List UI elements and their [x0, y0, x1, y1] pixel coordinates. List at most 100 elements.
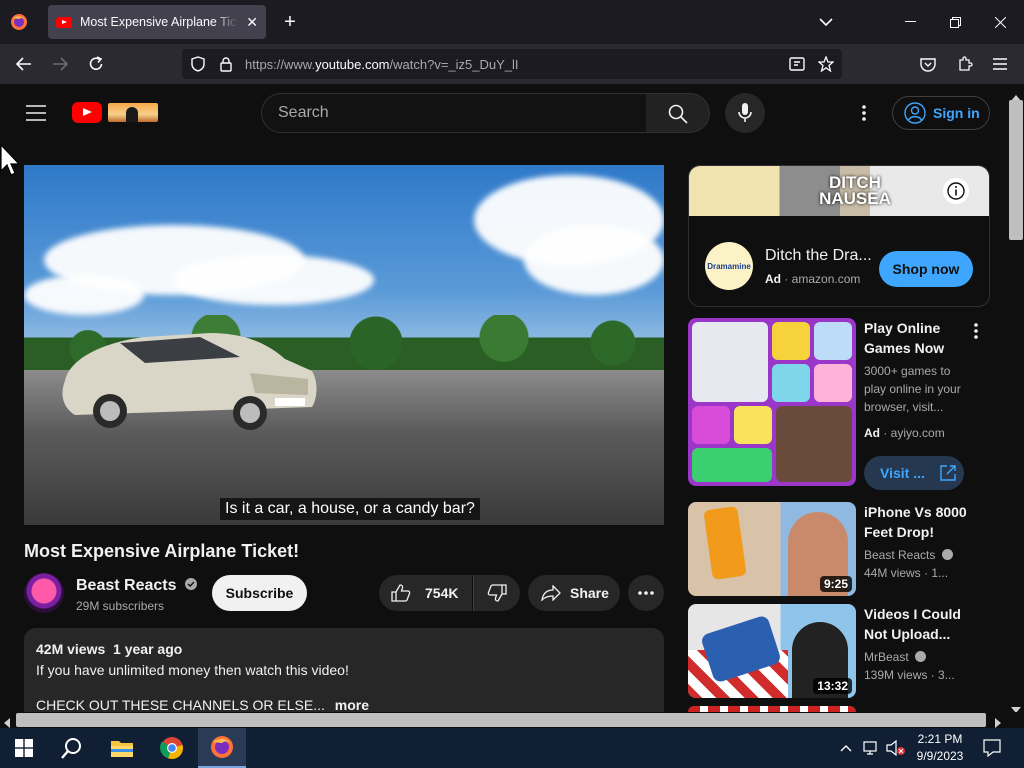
video-1-channel[interactable]: Beast Reacts	[864, 548, 953, 562]
search-input[interactable]: Search	[261, 93, 647, 133]
sign-in-label: Sign in	[933, 105, 980, 121]
scroll-down-icon[interactable]	[1011, 700, 1021, 713]
recommended-video-2[interactable]: 13:32 Videos I Could Not Upload... MrBea…	[688, 604, 990, 698]
video-1-meta: 44M views · 1...	[864, 566, 949, 580]
ad-info-icon[interactable]	[943, 178, 969, 204]
bookmark-star-icon[interactable]	[817, 55, 835, 73]
system-clock[interactable]: 2:21 PM 9/9/2023	[912, 731, 968, 765]
vertical-scroll-thumb[interactable]	[1009, 100, 1023, 240]
tab-title: Most Expensive Airplane Ticket!	[80, 15, 238, 29]
ad-games-menu-icon[interactable]	[970, 322, 982, 340]
youtube-logo-icon[interactable]	[72, 102, 102, 123]
search-placeholder: Search	[278, 104, 329, 121]
scroll-left-icon[interactable]	[4, 715, 12, 728]
view-stats: 42M views 1 year ago	[36, 641, 652, 657]
show-more-link[interactable]: more	[335, 697, 369, 712]
account-circle-icon	[903, 102, 927, 124]
app-menu-icon[interactable]	[990, 54, 1010, 74]
start-windows-icon[interactable]	[0, 728, 48, 768]
ad-brand-badge[interactable]: Dramamine	[705, 242, 753, 290]
recommended-video-1[interactable]: 9:25 iPhone Vs 8000 Feet Drop! Beast Rea…	[688, 502, 990, 596]
forward-icon[interactable]	[50, 54, 70, 74]
ad-title[interactable]: Ditch the Dra...	[765, 247, 872, 265]
lock-icon[interactable]	[212, 56, 240, 72]
ad-banner-image[interactable]: DITCH NAUSEA	[689, 166, 989, 216]
shop-now-button[interactable]: Shop now	[879, 251, 973, 287]
close-tab-icon[interactable]: ✕	[246, 14, 258, 31]
clock-date: 9/9/2023	[916, 749, 964, 763]
restore-icon[interactable]	[945, 12, 965, 32]
back-icon[interactable]	[14, 54, 34, 74]
ad-games-description: 3000+ games to play online in your brows…	[864, 364, 961, 414]
video-caption: Is it a car, a house, or a candy bar?	[220, 498, 480, 520]
tab-youtube[interactable]: Most Expensive Airplane Ticket! ✕	[48, 5, 266, 39]
file-explorer-icon[interactable]	[98, 728, 146, 768]
guide-menu-icon[interactable]	[24, 101, 48, 125]
url-bar[interactable]: https://www.youtube.com/watch?v=_iz5_DuY…	[182, 49, 842, 79]
view-count: 42M views	[36, 641, 106, 657]
ad-games-thumbnail[interactable]	[688, 318, 856, 486]
scroll-right-icon[interactable]	[995, 715, 1003, 728]
verified-check-icon	[941, 549, 953, 560]
notifications-icon[interactable]	[982, 738, 1002, 758]
settings-kebab-icon[interactable]	[854, 103, 874, 123]
pocket-icon[interactable]	[918, 54, 938, 74]
firefox-taskbar-icon[interactable]	[198, 728, 246, 768]
video-player[interactable]: Is it a car, a house, or a candy bar?	[24, 165, 664, 525]
sign-in-button[interactable]: Sign in	[892, 96, 990, 130]
tab-strip: Most Expensive Airplane Ticket! ✕ +	[0, 0, 1024, 44]
ad-card-dramamine[interactable]: DITCH NAUSEA Dramamine Ditch the Dra... …	[688, 165, 990, 307]
reader-view-icon[interactable]	[788, 56, 806, 72]
network-icon[interactable]	[862, 739, 882, 757]
ad-card-games[interactable]: Play Online Games Now 3000+ games to pla…	[688, 318, 990, 490]
thumbs-down-icon	[487, 584, 507, 602]
subscriber-count: 29M subscribers	[76, 599, 165, 613]
voice-search-button[interactable]	[725, 93, 765, 133]
video-2-title[interactable]: Videos I Could Not Upload...	[864, 604, 982, 644]
search-button[interactable]	[646, 93, 710, 133]
close-window-icon[interactable]	[990, 12, 1010, 32]
subscribe-button[interactable]: Subscribe	[212, 575, 307, 611]
youtube-doodle-icon[interactable]	[108, 103, 158, 122]
horizontal-scrollbar[interactable]	[0, 712, 1024, 728]
video-1-channel-text: Beast Reacts	[864, 548, 936, 562]
scroll-up-icon[interactable]	[1011, 88, 1021, 101]
channel-name[interactable]: Beast Reacts	[76, 577, 197, 595]
video-2-channel[interactable]: MrBeast	[864, 650, 927, 664]
clock-time: 2:21 PM	[917, 732, 963, 746]
visit-site-button[interactable]: Visit ...	[864, 456, 964, 490]
microphone-icon	[735, 102, 755, 124]
like-button[interactable]: 754K	[379, 575, 472, 611]
reload-icon[interactable]	[86, 54, 106, 74]
more-actions-button[interactable]	[628, 575, 664, 611]
video-1-thumbnail[interactable]: 9:25	[688, 502, 856, 596]
minimize-icon[interactable]	[900, 12, 920, 32]
description-line-2-text: CHECK OUT THESE CHANNELS OR ELSE...	[36, 697, 325, 712]
show-hidden-icons-chevron-icon[interactable]	[838, 740, 854, 756]
firefox-menu-icon[interactable]	[8, 12, 30, 32]
dislike-button[interactable]	[473, 575, 520, 611]
extensions-icon[interactable]	[955, 54, 975, 74]
video-1-title[interactable]: iPhone Vs 8000 Feet Drop!	[864, 502, 982, 542]
shield-icon[interactable]	[184, 56, 212, 72]
ad-games-meta: Ad · ayiyo.com	[864, 426, 945, 440]
ad-label: Ad	[765, 272, 781, 286]
share-button[interactable]: Share	[528, 575, 620, 611]
vertical-scrollbar[interactable]	[1008, 84, 1024, 713]
new-tab-icon[interactable]: +	[280, 11, 300, 33]
ad-domain: amazon.com	[791, 272, 861, 286]
ad-games-title[interactable]: Play Online Games Now	[864, 318, 982, 358]
video-title: Most Expensive Airplane Ticket!	[24, 541, 300, 561]
description-box[interactable]: 42M views 1 year ago If you have unlimit…	[24, 628, 664, 712]
list-all-tabs-icon[interactable]	[816, 12, 836, 32]
video-2-duration: 13:32	[813, 678, 852, 694]
car-image	[62, 333, 317, 430]
channel-avatar[interactable]	[24, 573, 64, 613]
taskbar-search-icon[interactable]	[48, 728, 96, 768]
volume-muted-icon[interactable]	[886, 739, 906, 757]
chrome-icon[interactable]	[148, 728, 196, 768]
video-2-thumbnail[interactable]: 13:32	[688, 604, 856, 698]
mouse-cursor-icon	[0, 143, 21, 183]
horizontal-scroll-thumb[interactable]	[16, 713, 986, 727]
search-icon	[667, 103, 689, 125]
